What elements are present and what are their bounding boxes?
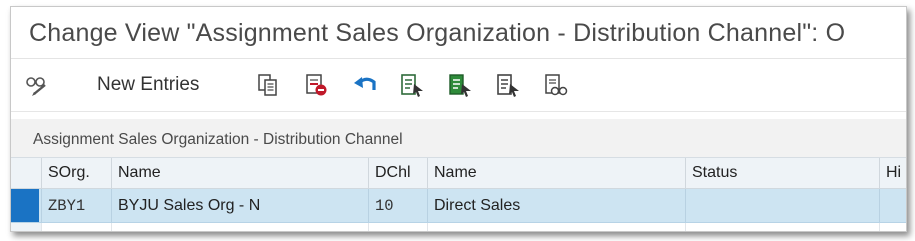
column-header-dchl[interactable]: DChl <box>368 158 427 188</box>
cell-status <box>685 189 879 222</box>
cell-empty <box>111 223 368 231</box>
cell-hi <box>879 189 906 222</box>
toolbar-divider <box>11 111 906 112</box>
table-row[interactable]: ZBY1 BYJU Sales Org - N 10 Direct Sales <box>11 189 906 223</box>
copy-icon[interactable] <box>257 73 279 97</box>
table-header-row: SOrg. Name DChl Name Status Hi <box>11 157 906 189</box>
column-header-sorg[interactable]: SOrg. <box>41 158 111 188</box>
select-all-rows-button[interactable] <box>11 158 41 188</box>
entries-table: SOrg. Name DChl Name Status Hi ZBY1 BYJU… <box>11 157 906 231</box>
window-title: Change View "Assignment Sales Organizati… <box>29 19 846 47</box>
select-block-icon[interactable] <box>448 73 471 97</box>
cell-sorg-name: BYJU Sales Org - N <box>111 189 368 222</box>
column-header-dchl-name[interactable]: Name <box>427 158 685 188</box>
cell-dchl-name: Direct Sales <box>427 189 685 222</box>
application-toolbar: New Entries <box>11 59 906 111</box>
cell-dchl[interactable]: 10 <box>368 189 427 222</box>
print-icon[interactable] <box>544 73 568 97</box>
section-title: Assignment Sales Organization - Distribu… <box>33 131 403 148</box>
cell-empty <box>879 223 906 231</box>
cell-sorg[interactable]: ZBY1 <box>41 189 111 222</box>
deselect-all-icon[interactable] <box>496 73 519 97</box>
table-row-empty[interactable] <box>11 223 906 231</box>
main-window: Change View "Assignment Sales Organizati… <box>10 6 907 232</box>
row-selector[interactable] <box>11 189 39 222</box>
cell-empty[interactable] <box>368 223 427 231</box>
display-change-icon[interactable] <box>25 73 47 97</box>
cell-empty <box>427 223 685 231</box>
column-header-hi[interactable]: Hi <box>879 158 906 188</box>
content-area: Assignment Sales Organization - Distribu… <box>11 119 906 231</box>
undo-icon[interactable] <box>353 73 376 97</box>
new-entries-button[interactable]: New Entries <box>97 74 199 96</box>
column-header-sorg-name[interactable]: Name <box>111 158 368 188</box>
cell-empty[interactable] <box>41 223 111 231</box>
delete-icon[interactable] <box>305 73 327 97</box>
cell-empty <box>685 223 879 231</box>
select-all-icon[interactable] <box>400 73 423 97</box>
column-header-status[interactable]: Status <box>685 158 879 188</box>
row-selector[interactable] <box>11 223 41 231</box>
